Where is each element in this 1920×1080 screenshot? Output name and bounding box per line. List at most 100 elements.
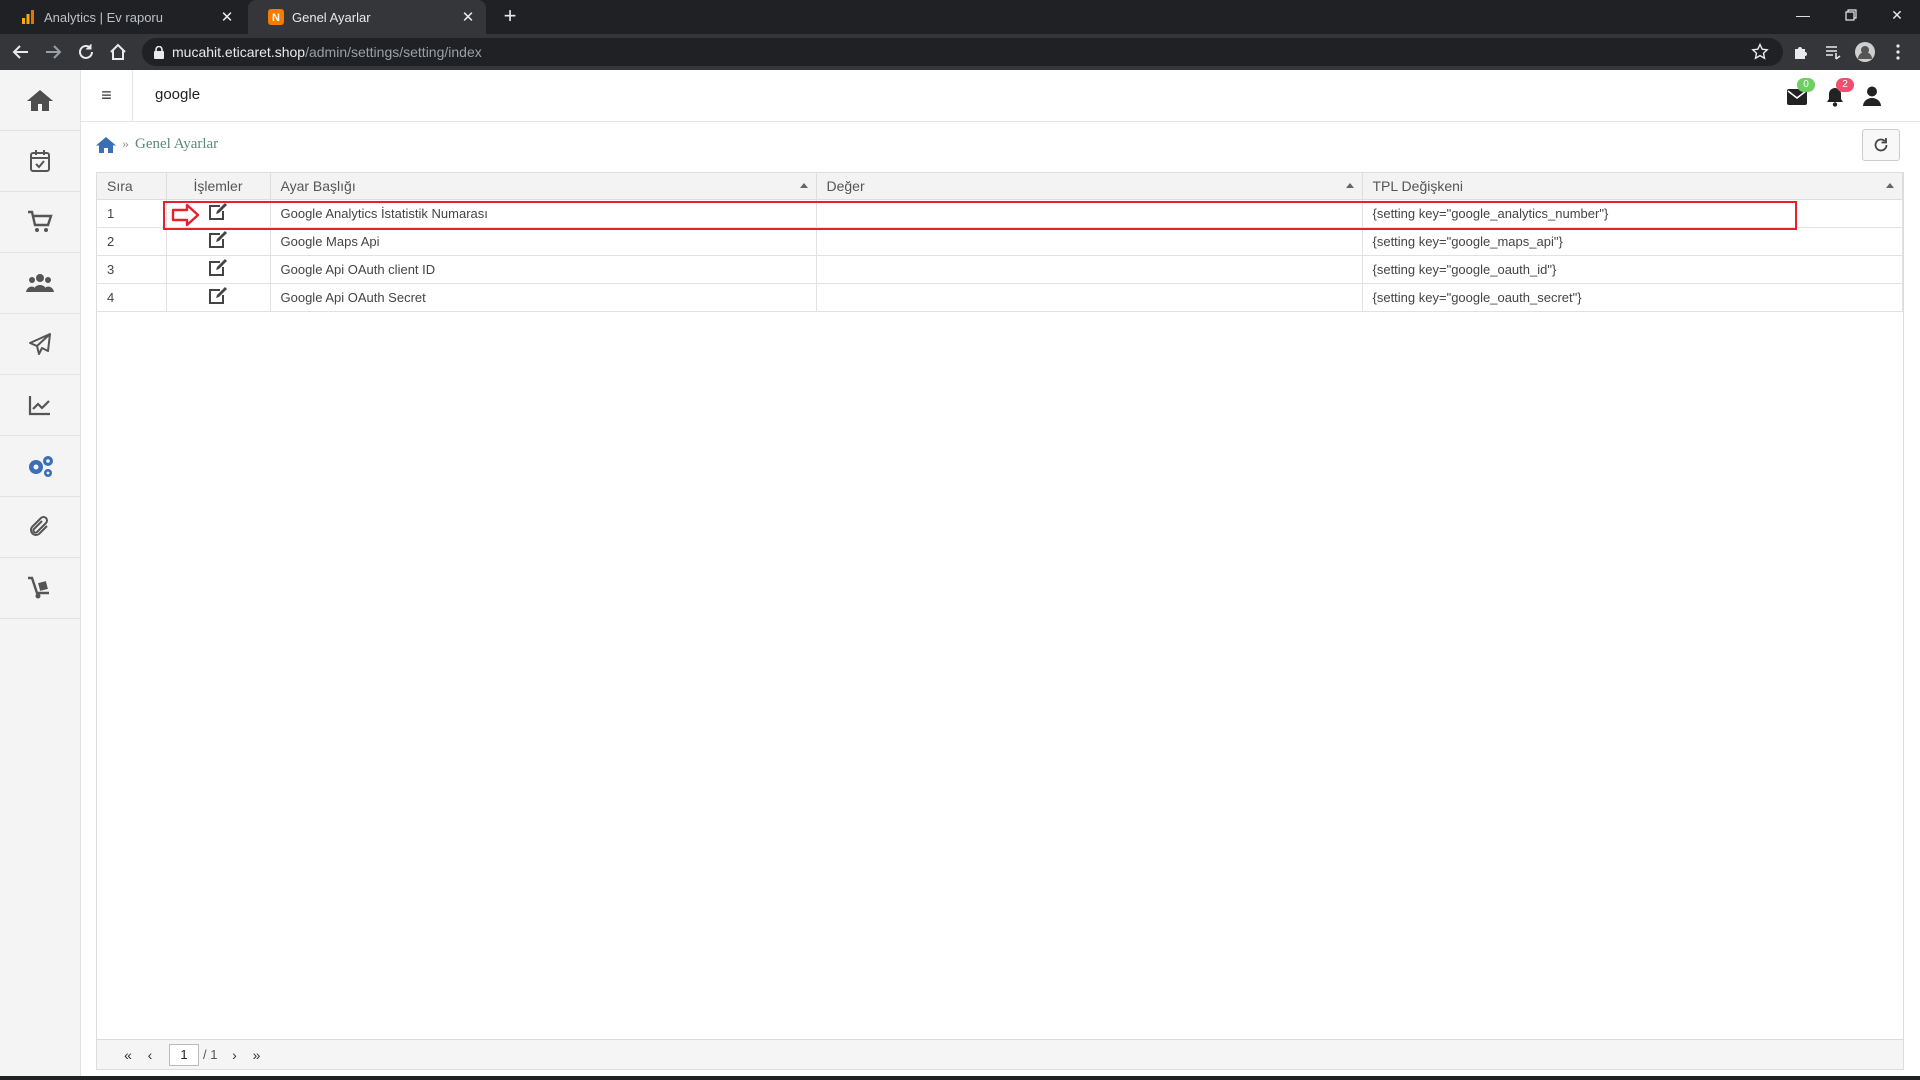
svg-text:N: N (272, 12, 280, 24)
browser-tab-genel-ayarlar[interactable]: N Genel Ayarlar ✕ (248, 0, 486, 34)
prev-page-icon[interactable]: ‹ (139, 1047, 161, 1063)
calendar-check-icon (30, 150, 50, 172)
cell-value[interactable] (816, 283, 1363, 312)
pager: « ‹ 1 / 1 › » (96, 1040, 1904, 1070)
next-page-icon[interactable]: › (223, 1047, 245, 1063)
sidebar-item-attachments[interactable] (0, 497, 80, 558)
forward-icon[interactable] (42, 41, 64, 63)
url-path: /admin/settings/setting/index (305, 44, 482, 60)
table-header-row: Sıra İşlemler Ayar Başlığı Değer TPL Değ… (97, 173, 1903, 200)
tab-close-icon[interactable]: ✕ (460, 8, 476, 26)
column-header-sira[interactable]: Sıra (97, 173, 167, 200)
column-header-deger[interactable]: Değer (816, 173, 1363, 200)
edit-icon[interactable] (208, 259, 228, 277)
cell-value[interactable] (816, 199, 1363, 228)
topbar: ≡ google 0 2 (81, 70, 1920, 122)
cart-icon (28, 210, 53, 232)
extensions-puzzle-icon[interactable] (1791, 42, 1811, 62)
column-header-ayar-basligi[interactable]: Ayar Başlığı (270, 173, 817, 200)
sidebar-item-tasks[interactable] (0, 131, 80, 192)
new-tab-button[interactable]: + (498, 4, 522, 28)
sidebar-item-reports[interactable] (0, 375, 80, 436)
browser-menu-icon[interactable] (1888, 42, 1908, 62)
home-icon (27, 90, 53, 111)
settings-grid: Sıra İşlemler Ayar Başlığı Değer TPL Değ… (96, 172, 1904, 1040)
refresh-icon (1874, 138, 1888, 152)
sidebar-item-settings[interactable] (0, 436, 80, 497)
reading-list-icon[interactable] (1823, 42, 1843, 62)
table-row[interactable]: 3 Google Api OAuth client ID {setting ke… (97, 255, 1903, 284)
browser-toolbar: mucahit.eticaret.shop/admin/settings/set… (0, 34, 1920, 70)
url-host: mucahit.eticaret.shop (172, 44, 306, 60)
cell-tpl: {setting key="google_oauth_id"} (1362, 255, 1903, 284)
window-bottom-border (0, 1076, 1920, 1080)
cell-title: Google Maps Api (270, 227, 817, 256)
bookmark-star-icon[interactable] (1751, 43, 1769, 61)
user-icon (1863, 86, 1881, 106)
breadcrumb: » Genel Ayarlar (96, 136, 218, 153)
minimize-icon[interactable]: — (1780, 0, 1826, 30)
refresh-button[interactable] (1862, 129, 1900, 161)
first-page-icon[interactable]: « (117, 1047, 139, 1063)
user-menu-button[interactable] (1863, 86, 1885, 108)
sidebar-item-orders[interactable] (0, 192, 80, 253)
paper-plane-icon (29, 333, 51, 355)
sidebar-item-home[interactable] (0, 70, 80, 131)
column-header-tpl[interactable]: TPL Değişkeni (1362, 173, 1903, 200)
analytics-favicon-icon (22, 10, 34, 24)
table-row[interactable]: 4 Google Api OAuth Secret {setting key="… (97, 283, 1903, 312)
arrow-right-icon (171, 203, 200, 227)
cell-title: Google Api OAuth Secret (270, 283, 817, 312)
edit-icon[interactable] (208, 203, 228, 221)
restore-icon[interactable] (1828, 0, 1874, 30)
last-page-icon[interactable]: » (245, 1047, 267, 1063)
page-total: / 1 (203, 1047, 218, 1062)
settings-table: Sıra İşlemler Ayar Başlığı Değer TPL Değ… (97, 173, 1903, 312)
cell-sira: 1 (97, 199, 167, 228)
cell-operations (166, 283, 271, 312)
sidebar-item-customers[interactable] (0, 253, 80, 314)
cell-title: Google Analytics İstatistik Numarası (270, 199, 817, 228)
sidebar-item-campaigns[interactable] (0, 314, 80, 375)
notifications-button[interactable]: 2 (1826, 78, 1854, 108)
paperclip-icon (30, 515, 49, 536)
tab-title: Genel Ayarlar (292, 9, 371, 25)
edit-icon[interactable] (208, 287, 228, 305)
users-icon (26, 274, 54, 292)
address-bar[interactable]: mucahit.eticaret.shop/admin/settings/set… (142, 38, 1783, 66)
breadcrumb-separator: » (122, 136, 129, 152)
menu-toggle-icon[interactable]: ≡ (81, 70, 133, 121)
cell-sira: 4 (97, 283, 167, 312)
home-icon[interactable] (107, 41, 129, 63)
cell-title: Google Api OAuth client ID (270, 255, 817, 284)
search-input[interactable]: google (155, 86, 200, 103)
reload-icon[interactable] (75, 41, 97, 63)
breadcrumb-current: Genel Ayarlar (135, 136, 219, 152)
sidebar-item-products[interactable] (0, 558, 80, 619)
cell-value[interactable] (816, 255, 1363, 284)
lock-icon (154, 45, 164, 59)
cell-sira: 2 (97, 227, 167, 256)
line-chart-icon (28, 396, 50, 416)
cell-operations (166, 227, 271, 256)
column-header-islemler: İşlemler (166, 173, 271, 200)
tab-close-icon[interactable]: ✕ (219, 8, 235, 26)
edit-icon[interactable] (208, 231, 228, 249)
profile-avatar-icon[interactable] (1855, 42, 1875, 62)
cell-tpl: {setting key="google_analytics_number"} (1362, 199, 1903, 228)
table-row[interactable]: 1 Google Analytics İstatistik Numarası {… (97, 199, 1903, 228)
page-input[interactable]: 1 (169, 1043, 199, 1066)
site-favicon-icon: N (268, 9, 284, 25)
back-icon[interactable] (10, 41, 32, 63)
admin-app: ≡ google 0 2 » Genel Ayarlar Sıra İşleml… (0, 70, 1920, 1076)
browser-tab-analytics[interactable]: Analytics | Ev raporu ✕ (0, 0, 245, 34)
home-icon[interactable] (96, 136, 116, 153)
cell-tpl: {setting key="google_oauth_secret"} (1362, 283, 1903, 312)
cell-tpl: {setting key="google_maps_api"} (1362, 227, 1903, 256)
mail-count-badge: 0 (1797, 78, 1815, 92)
mail-button[interactable]: 0 (1787, 78, 1815, 108)
browser-tabstrip: Analytics | Ev raporu ✕ N Genel Ayarlar … (0, 0, 1920, 34)
close-window-icon[interactable]: ✕ (1874, 0, 1920, 30)
cell-value[interactable] (816, 227, 1363, 256)
table-row[interactable]: 2 Google Maps Api {setting key="google_m… (97, 227, 1903, 256)
